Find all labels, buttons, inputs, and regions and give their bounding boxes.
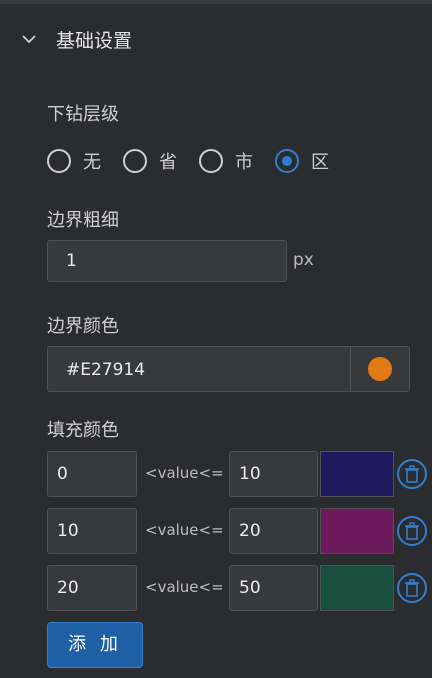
radio-option-district[interactable]: 区: [275, 148, 329, 174]
range-color-swatch[interactable]: [320, 451, 394, 497]
delete-range-button[interactable]: [397, 516, 427, 546]
radio-label: 无: [83, 152, 101, 173]
drill-level-label: 下钻层级: [47, 104, 119, 125]
add-range-button[interactable]: 添 加: [47, 622, 143, 668]
section-title: 基础设置: [56, 29, 133, 52]
section-header[interactable]: 基础设置: [20, 24, 132, 54]
delete-range-button[interactable]: [397, 459, 427, 489]
border-color-field[interactable]: #E27914: [47, 346, 410, 392]
radio-circle[interactable]: [199, 149, 223, 173]
range-min-input[interactable]: 10: [47, 508, 137, 554]
radio-option-city[interactable]: 市: [199, 148, 253, 174]
border-width-unit: px: [293, 250, 314, 270]
range-operator: <value<=: [145, 521, 224, 539]
drill-level-radio-group: 无 省 市 区: [47, 146, 351, 176]
radio-label: 区: [311, 152, 329, 173]
radio-circle[interactable]: [47, 149, 71, 173]
radio-label: 省: [159, 152, 177, 173]
range-color-swatch[interactable]: [320, 565, 394, 611]
range-min-input[interactable]: 0: [47, 451, 137, 497]
trash-icon: [405, 522, 419, 540]
trash-icon: [405, 579, 419, 597]
chevron-down-icon[interactable]: [20, 30, 38, 48]
fill-color-label: 填充颜色: [47, 420, 119, 441]
range-min-input[interactable]: 20: [47, 565, 137, 611]
radio-label: 市: [235, 152, 253, 173]
trash-icon: [405, 465, 419, 483]
divider: [350, 347, 351, 391]
border-color-label: 边界颜色: [47, 316, 119, 337]
range-operator: <value<=: [145, 464, 224, 482]
radio-circle[interactable]: [123, 149, 147, 173]
top-divider: [0, 0, 432, 4]
delete-range-button[interactable]: [397, 573, 427, 603]
border-width-input[interactable]: 1: [47, 240, 287, 282]
border-color-hex-input[interactable]: #E27914: [66, 347, 145, 393]
range-color-swatch[interactable]: [320, 508, 394, 554]
range-max-input[interactable]: 20: [229, 508, 318, 554]
radio-circle-selected[interactable]: [275, 149, 299, 173]
range-operator: <value<=: [145, 578, 224, 596]
range-max-input[interactable]: 50: [229, 565, 318, 611]
radio-option-province[interactable]: 省: [123, 148, 177, 174]
radio-option-none[interactable]: 无: [47, 148, 101, 174]
border-width-label: 边界粗细: [47, 210, 119, 231]
range-max-input[interactable]: 10: [229, 451, 318, 497]
color-picker-swatch[interactable]: [368, 357, 392, 381]
